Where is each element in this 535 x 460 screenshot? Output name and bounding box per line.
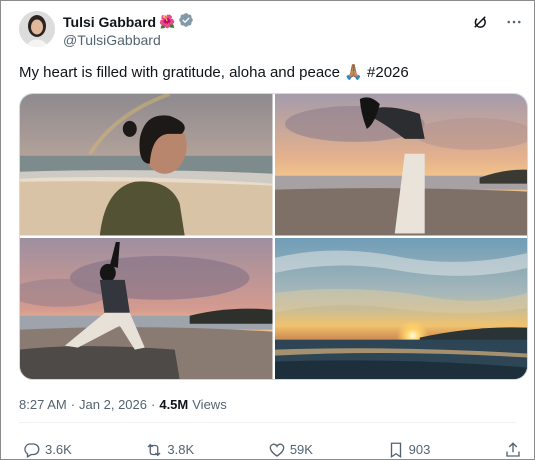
post-date[interactable]: Jan 2, 2026	[79, 397, 147, 413]
repost-button[interactable]: 3.8K	[145, 441, 194, 459]
repost-icon	[147, 443, 161, 457]
share-button[interactable]	[504, 441, 522, 459]
verified-badge-icon	[178, 12, 194, 32]
bookmark-count: 903	[408, 442, 431, 457]
like-button[interactable]: 59K	[268, 441, 313, 459]
author-name[interactable]: Tulsi Gabbard	[63, 13, 156, 31]
heart-icon	[269, 443, 285, 457]
views-label: Views	[192, 397, 227, 412]
avatar[interactable]	[19, 11, 55, 47]
post-text: My heart is filled with gratitude, aloha…	[19, 64, 409, 81]
media-grid	[19, 93, 528, 380]
divider	[19, 422, 516, 423]
reply-count: 3.6K	[45, 442, 72, 457]
post-meta: 8:27 AM · Jan 2, 2026 · 4.5M Views	[19, 397, 227, 413]
author-name-row[interactable]: Tulsi Gabbard 🌺	[63, 12, 194, 32]
action-bar: 3.6K 3.8K 59K 903	[23, 441, 522, 459]
bookmark-icon	[390, 442, 401, 459]
photo-warrior-pose-sunset[interactable]	[20, 237, 273, 379]
photo-ocean-sunset[interactable]	[274, 237, 527, 379]
grok-icon[interactable]	[470, 12, 490, 32]
meta-separator-2: ·	[151, 397, 156, 412]
repost-count: 3.8K	[167, 442, 195, 457]
photo-woman-profile-beach[interactable]	[20, 94, 273, 236]
reply-icon	[24, 443, 40, 458]
header-actions	[470, 12, 524, 32]
like-count: 59K	[289, 442, 313, 457]
bookmark-button[interactable]: 903	[387, 441, 431, 459]
share-icon	[506, 442, 520, 457]
more-icon[interactable]	[504, 12, 524, 32]
avatar-image	[19, 11, 55, 47]
meta-separator: ·	[70, 397, 76, 412]
hibiscus-emoji: 🌺	[159, 14, 176, 29]
views-count: 4.5M	[159, 397, 189, 412]
post-time[interactable]: 8:27 AM	[19, 397, 67, 413]
post-card: Tulsi Gabbard 🌺 @TulsiGabbard My heart i…	[0, 0, 535, 460]
author-handle[interactable]: @TulsiGabbard	[63, 31, 161, 49]
reply-button[interactable]: 3.6K	[23, 441, 72, 459]
photo-backbend-sunset[interactable]	[274, 94, 527, 236]
